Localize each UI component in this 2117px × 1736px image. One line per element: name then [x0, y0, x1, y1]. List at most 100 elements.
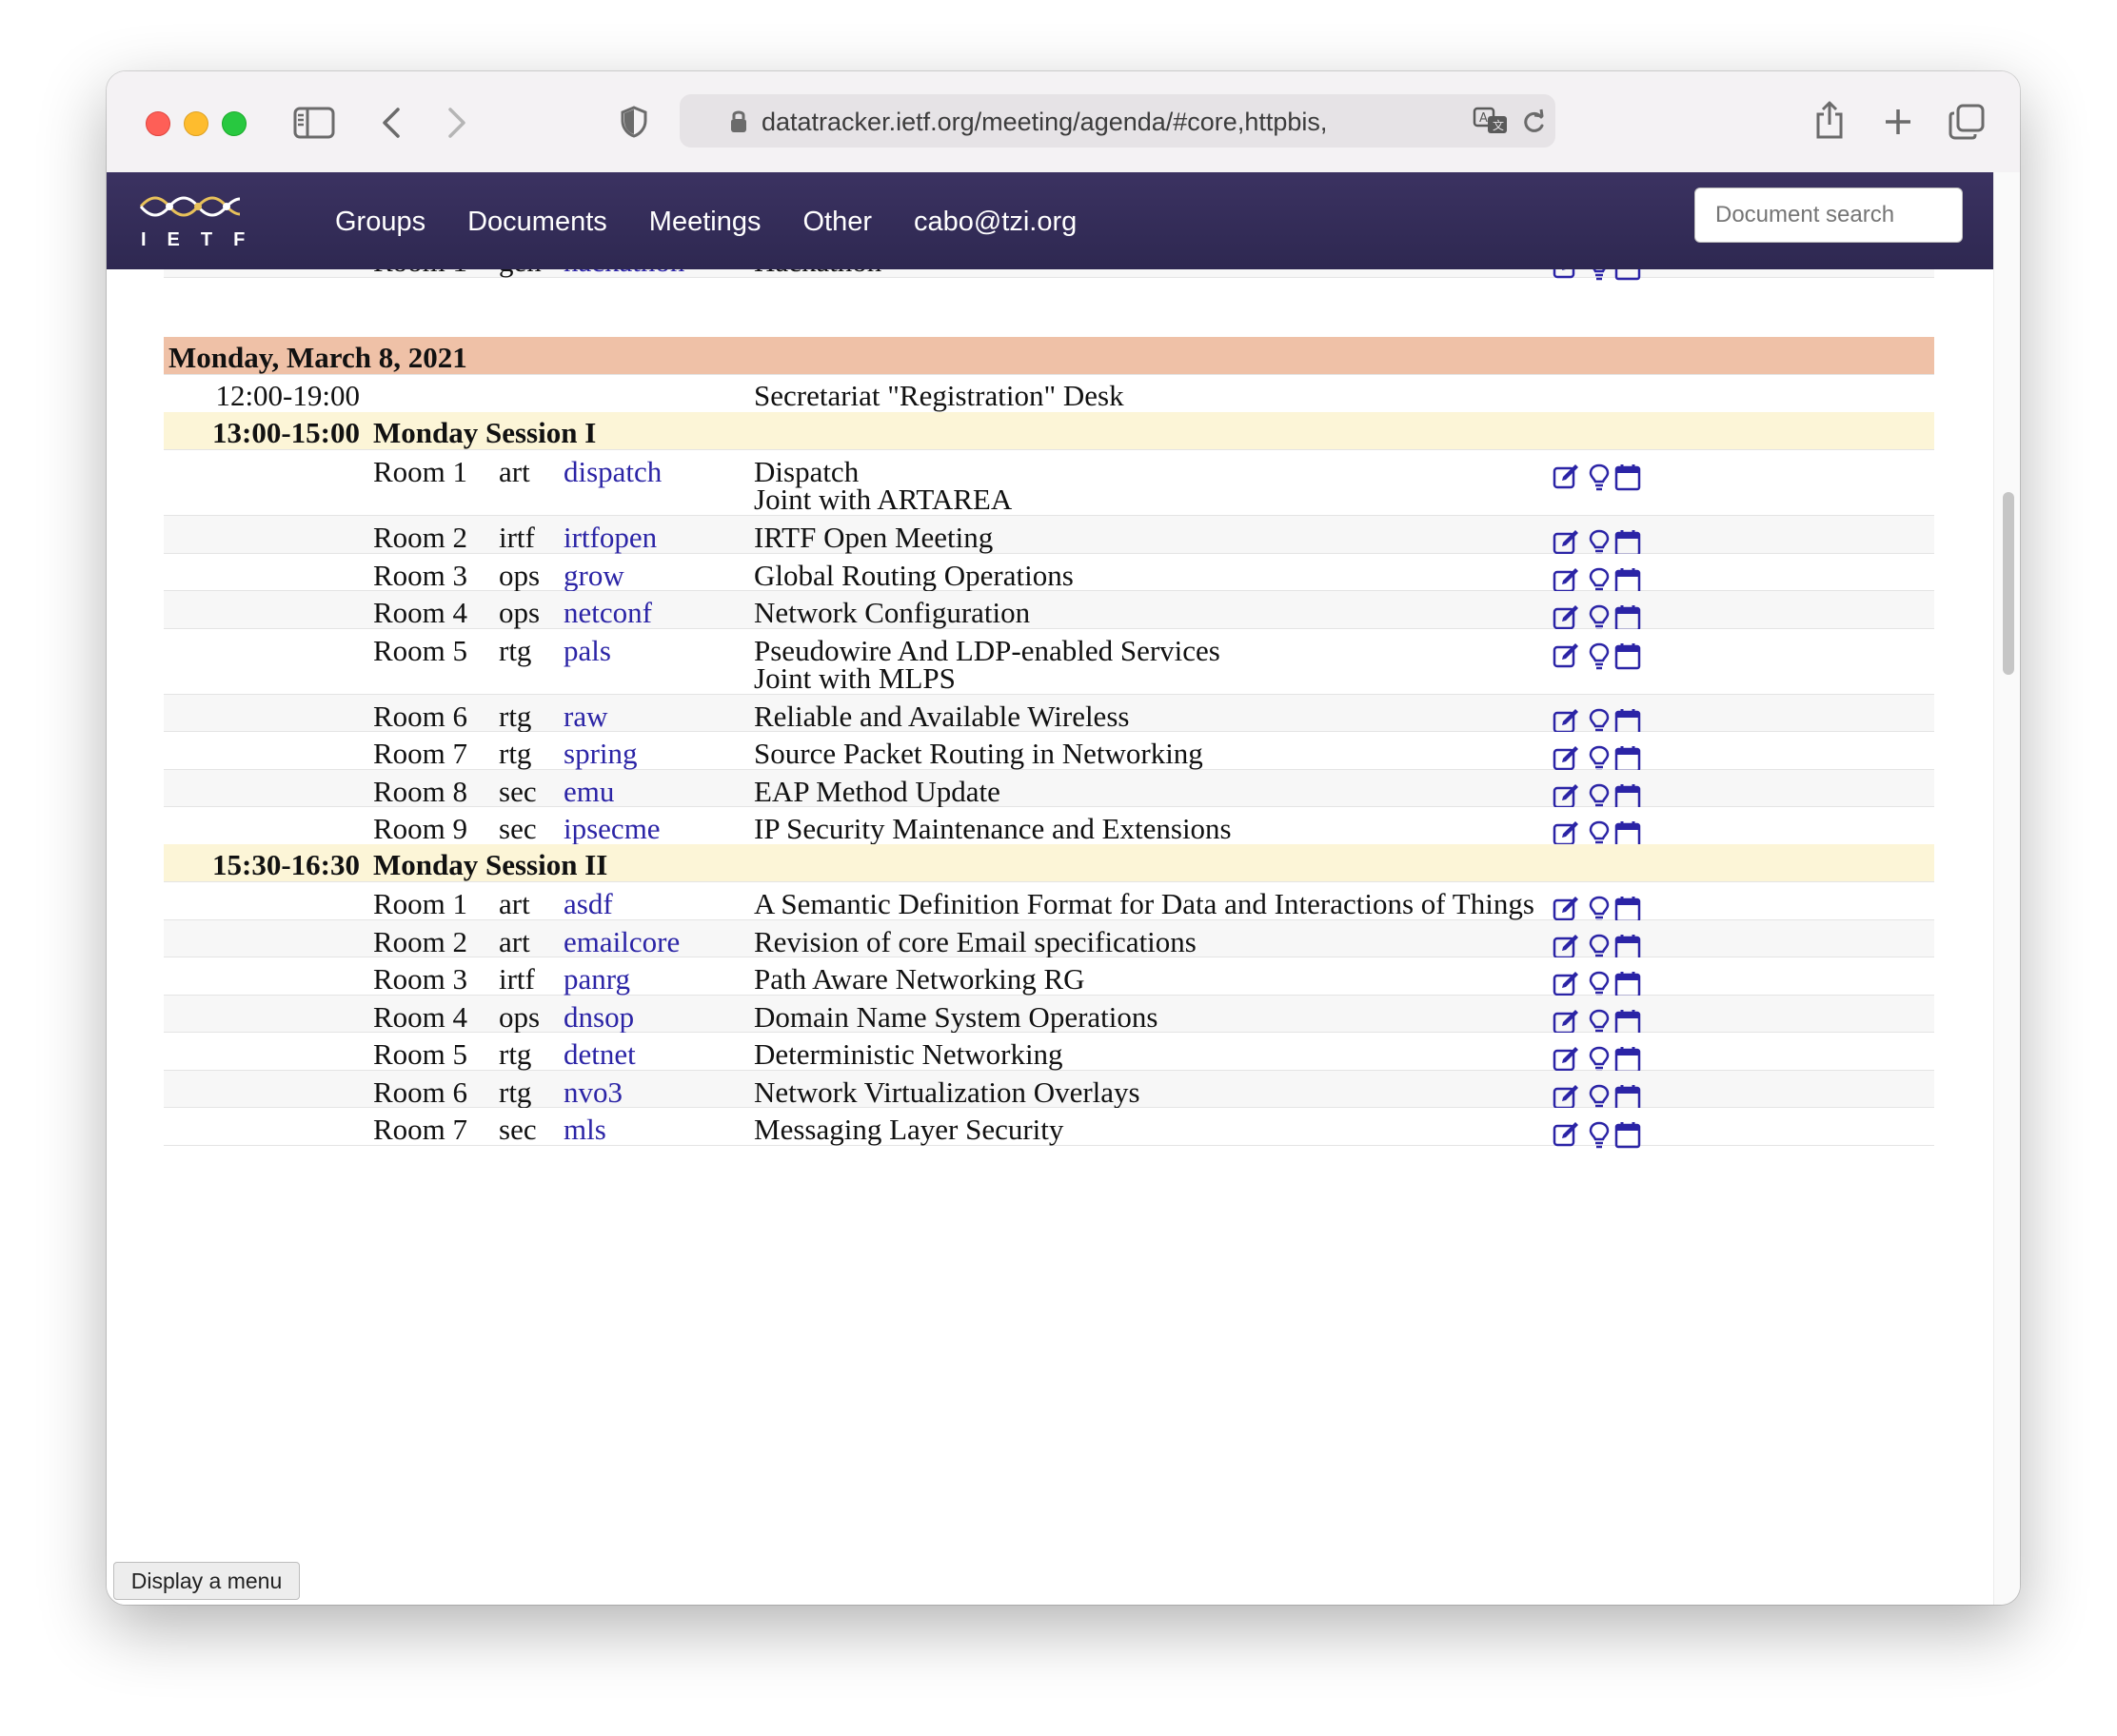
group-link[interactable]: dnsop [564, 1000, 634, 1035]
calendar-icon[interactable] [1613, 1045, 1642, 1074]
edit-icon[interactable] [1552, 782, 1580, 811]
room-name: Room 1 [373, 455, 468, 488]
calendar-icon[interactable] [1613, 744, 1642, 773]
translate-icon[interactable]: A 文 [1473, 107, 1509, 135]
group-link[interactable]: nvo3 [564, 1075, 623, 1110]
agenda-row: Room 6 rtg nvo3 Network Virtualization Over… [164, 1070, 1934, 1112]
edit-icon[interactable] [1552, 269, 1580, 281]
group-link[interactable]: asdf [564, 887, 613, 921]
group-link[interactable]: emailcore [564, 925, 680, 959]
group-link[interactable]: panrg [564, 962, 630, 996]
edit-icon[interactable] [1552, 566, 1580, 595]
lightbulb-icon[interactable] [1585, 1008, 1613, 1036]
group-link[interactable]: pals [564, 634, 611, 668]
nav-groups[interactable]: Groups [335, 205, 425, 239]
forward-icon[interactable] [445, 107, 468, 139]
edit-icon[interactable] [1552, 641, 1580, 670]
nav-other[interactable]: Other [802, 205, 872, 239]
lightbulb-icon[interactable] [1585, 782, 1613, 811]
tab-overview-icon[interactable] [1949, 104, 1985, 140]
lightbulb-icon[interactable] [1585, 970, 1613, 998]
group-link[interactable]: netconf [564, 596, 652, 630]
calendar-icon[interactable] [1613, 970, 1642, 998]
lightbulb-icon[interactable] [1585, 744, 1613, 773]
group-link[interactable]: dispatch [564, 455, 662, 489]
lightbulb-icon[interactable] [1585, 528, 1613, 557]
calendar-icon[interactable] [1613, 528, 1642, 557]
address-bar[interactable]: datatracker.ietf.org/meeting/agenda/#cor… [680, 94, 1555, 148]
calendar-icon[interactable] [1613, 566, 1642, 595]
share-icon[interactable] [1814, 100, 1845, 140]
calendar-icon[interactable] [1613, 269, 1642, 281]
room-name: Room 5 [373, 1037, 468, 1071]
scrollbar-thumb[interactable] [2003, 492, 2014, 675]
lightbulb-icon[interactable] [1585, 603, 1613, 632]
edit-icon[interactable] [1552, 970, 1580, 998]
new-tab-icon[interactable] [1884, 108, 1912, 136]
ietf-logo-icon[interactable] [137, 189, 244, 222]
calendar-icon[interactable] [1613, 1008, 1642, 1036]
edit-icon[interactable] [1552, 528, 1580, 557]
close-window-button[interactable] [146, 111, 170, 136]
agenda-row: Room 4 ops netconf Network Configuration [164, 591, 1934, 632]
reload-icon[interactable] [1521, 108, 1546, 135]
lightbulb-icon[interactable] [1585, 269, 1613, 281]
calendar-icon[interactable] [1613, 707, 1642, 736]
edit-icon[interactable] [1552, 895, 1580, 923]
group-link[interactable]: mls [564, 1113, 606, 1147]
room-name: Room 2 [373, 521, 468, 554]
session-description: Hackathon [754, 269, 881, 279]
edit-icon[interactable] [1552, 707, 1580, 736]
document-search-input[interactable] [1694, 187, 1963, 243]
minimize-window-button[interactable] [184, 111, 208, 136]
group-link[interactable]: emu [564, 775, 614, 809]
nav-meetings[interactable]: Meetings [649, 205, 762, 239]
lightbulb-icon[interactable] [1585, 895, 1613, 923]
calendar-icon[interactable] [1613, 782, 1642, 811]
lightbulb-icon[interactable] [1585, 1045, 1613, 1074]
back-icon[interactable] [380, 107, 403, 139]
session-description: Path Aware Networking RG [754, 962, 1085, 996]
group-link[interactable]: spring [564, 737, 638, 771]
edit-icon[interactable] [1552, 463, 1580, 491]
edit-icon[interactable] [1552, 603, 1580, 632]
group-link[interactable]: grow [564, 559, 624, 593]
lightbulb-icon[interactable] [1585, 641, 1613, 670]
privacy-shield-icon[interactable] [621, 106, 647, 138]
ietf-logo-text[interactable]: IETF [141, 229, 255, 251]
edit-icon[interactable] [1552, 1083, 1580, 1112]
lightbulb-icon[interactable] [1585, 1120, 1613, 1149]
edit-icon[interactable] [1552, 1045, 1580, 1074]
calendar-icon[interactable] [1613, 1083, 1642, 1112]
group-link[interactable]: hackathon [564, 269, 684, 279]
calendar-icon[interactable] [1613, 933, 1642, 961]
lightbulb-icon[interactable] [1585, 933, 1613, 961]
scrollbar-track[interactable] [1993, 172, 2020, 1605]
zoom-window-button[interactable] [222, 111, 247, 136]
group-link[interactable]: irtfopen [564, 521, 657, 555]
edit-icon[interactable] [1552, 933, 1580, 961]
sidebar-icon[interactable] [293, 107, 335, 139]
lightbulb-icon[interactable] [1585, 707, 1613, 736]
calendar-icon[interactable] [1613, 603, 1642, 632]
lightbulb-icon[interactable] [1585, 1083, 1613, 1112]
edit-icon[interactable] [1552, 1120, 1580, 1149]
calendar-icon[interactable] [1613, 1120, 1642, 1149]
agenda-row: Room 9 sec ipsecme IP Security Maintenance … [164, 807, 1934, 848]
room-name: Room 6 [373, 699, 468, 733]
edit-icon[interactable] [1552, 1008, 1580, 1036]
calendar-icon[interactable] [1613, 463, 1642, 491]
edit-icon[interactable] [1552, 744, 1580, 773]
group-link[interactable]: raw [564, 700, 607, 734]
group-link[interactable]: detnet [564, 1037, 636, 1072]
calendar-icon[interactable] [1613, 641, 1642, 670]
calendar-icon[interactable] [1613, 895, 1642, 923]
room-name: Room 4 [373, 999, 468, 1034]
nav-documents[interactable]: Documents [467, 205, 607, 239]
lightbulb-icon[interactable] [1585, 463, 1613, 491]
agenda-row: Room 5 rtg pals Pseudowire And LDP-enabled … [164, 628, 1934, 695]
group-link[interactable]: ipsecme [564, 812, 661, 846]
ietf-navbar: IETF Groups Documents Meetings Other cab… [107, 172, 1993, 269]
nav-user-account[interactable]: cabo@tzi.org [914, 205, 1077, 239]
lightbulb-icon[interactable] [1585, 566, 1613, 595]
